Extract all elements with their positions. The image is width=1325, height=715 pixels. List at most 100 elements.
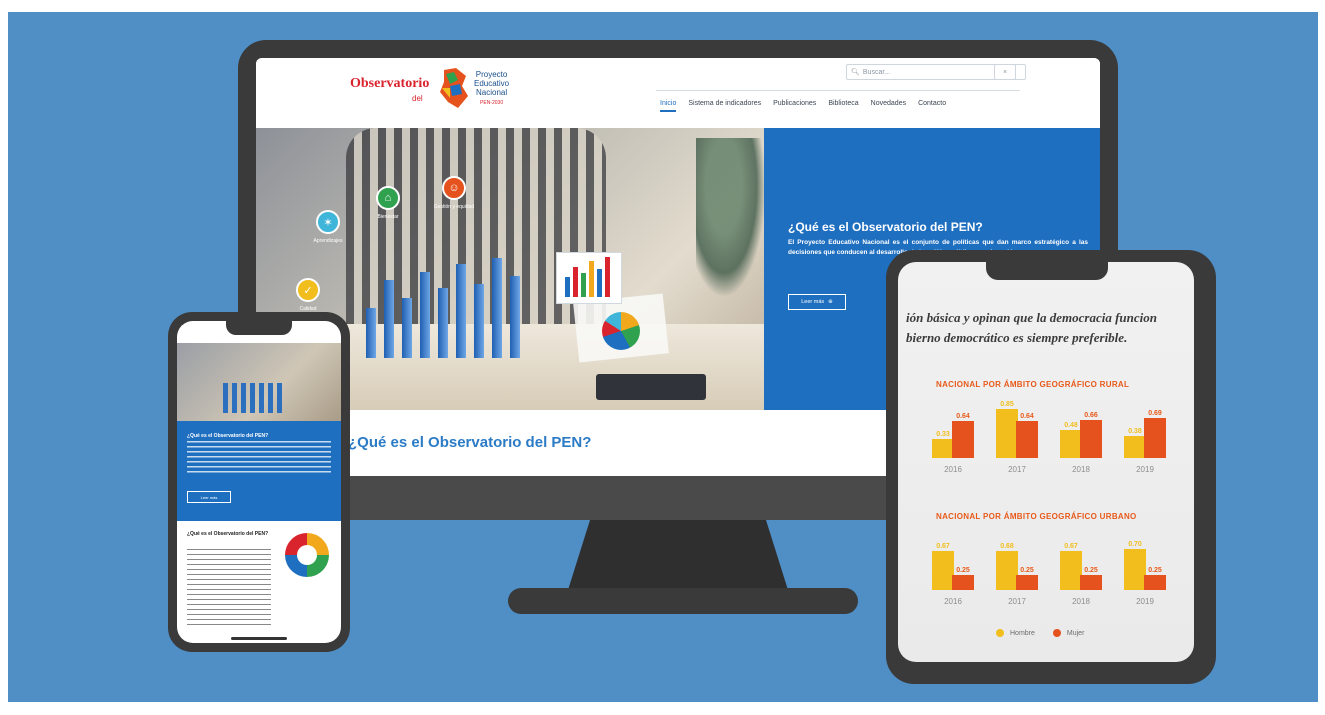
bar-label-m-2017: 0.25	[1020, 567, 1034, 574]
logo-wordmark: Observatorio	[350, 76, 430, 91]
tablet-notch	[986, 262, 1108, 280]
tablet-device: ión básica y opinan que la democracia fu…	[886, 250, 1216, 684]
bar-m-2019	[1144, 575, 1166, 590]
nav-item-novedades[interactable]: Novedades	[871, 100, 906, 112]
nav-item-indicadores[interactable]: Sistema de indicadores	[688, 100, 761, 112]
legend-mujer: Mujer	[1052, 629, 1085, 637]
tablet-screen: ión básica y opinan que la democracia fu…	[898, 262, 1194, 662]
x-tick-2019: 2019	[1136, 597, 1154, 606]
bar-m-2018	[1080, 575, 1102, 590]
bar-m-2017	[1016, 575, 1038, 590]
read-more-button[interactable]: Leer más ⊕	[788, 294, 846, 310]
logo-side-text: Proyecto Educativo Nacional PEN-2030	[474, 70, 509, 108]
person-icon[interactable]: ☺	[442, 176, 466, 200]
home-icon[interactable]: ⌂	[376, 186, 400, 210]
phone-screen: ¿Qué es el Observatorio del PEN? Leer má…	[177, 321, 341, 643]
site-header: Observatorio del Proyecto Educativo Naci…	[256, 58, 1100, 128]
background: Observatorio del Proyecto Educativo Naci…	[8, 12, 1318, 702]
logo-tag: PEN-2030	[480, 100, 504, 106]
bar-label-h-2019: 0.70	[1128, 541, 1142, 548]
learning-icon-label: Aprendizajes	[313, 238, 343, 244]
rural-bar-chart: 0.33 0.64 2016 0.85 0.64 2017 0.48 0.66 2018 0.38…	[916, 396, 1186, 476]
legend-hombre: Hombre	[996, 629, 1035, 637]
photo-pie-chart	[602, 312, 640, 350]
peru-map-icon	[440, 68, 468, 108]
phone-device: ¿Qué es el Observatorio del PEN? Leer má…	[168, 312, 350, 652]
legend-mujer-swatch	[1052, 629, 1061, 637]
phone-panel-text	[187, 441, 331, 475]
bar-h-2019	[1124, 436, 1146, 458]
search-button[interactable]: ×	[994, 64, 1016, 80]
bar-label-m-2018: 0.66	[1084, 412, 1098, 419]
x-tick-2016: 2016	[944, 597, 962, 606]
site-logo[interactable]: Observatorio del Proyecto Educativo Naci…	[350, 68, 530, 114]
arrow-circle-icon: ⊕	[828, 299, 833, 305]
bar-m-2018	[1080, 420, 1102, 458]
bar-label-m-2018: 0.25	[1084, 567, 1098, 574]
photo-mini-chart	[556, 252, 622, 304]
person-icon-label: Gestión y equidad	[433, 204, 475, 210]
urban-chart-title: NACIONAL POR ÁMBITO GEOGRÁFICO URBANO	[936, 512, 1137, 521]
bar-label-h-2016: 0.67	[936, 543, 950, 550]
close-icon: ×	[1002, 68, 1008, 76]
x-tick-2019: 2019	[1136, 465, 1154, 474]
phone-photo-bars	[223, 383, 283, 413]
quote-line-2: bierno democrático es siempre preferible…	[906, 330, 1128, 345]
urban-bar-chart: 0.67 0.25 2016 0.68 0.25 2017 0.67 0.25 2018 0.70…	[916, 528, 1186, 608]
photo-plant	[696, 138, 764, 298]
phone-wheel-graphic	[285, 533, 329, 577]
nav-item-contacto[interactable]: Contacto	[918, 100, 946, 112]
monitor-stand-base	[508, 588, 858, 614]
x-tick-2017: 2017	[1008, 465, 1026, 474]
x-tick-2017: 2017	[1008, 597, 1026, 606]
nav-item-biblioteca[interactable]: Biblioteca	[828, 100, 858, 112]
quote-line-1: ión básica y opinan que la democracia fu…	[906, 310, 1157, 325]
bar-label-m-2019: 0.25	[1148, 567, 1162, 574]
bar-m-2017	[1016, 421, 1038, 458]
photo-3d-bars	[366, 248, 566, 358]
learning-icon[interactable]: ✶	[316, 210, 340, 234]
photo-calculator	[596, 374, 706, 400]
logo-del: del	[412, 94, 423, 103]
bar-label-h-2017: 0.85	[1000, 401, 1014, 408]
bar-h-2016	[932, 439, 954, 458]
search-icon: 🔍︎	[851, 69, 860, 76]
main-nav: Inicio Sistema de indicadores Publicacio…	[660, 100, 946, 112]
logo-line-1: Proyecto	[475, 70, 508, 79]
header-divider	[656, 90, 1020, 91]
x-tick-2018: 2018	[1072, 465, 1090, 474]
chart-legend: Hombre Mujer	[996, 629, 1084, 637]
bar-label-m-2019: 0.69	[1148, 410, 1162, 417]
section-title: ¿Qué es el Observatorio del PEN?	[348, 434, 592, 451]
rural-chart-title: NACIONAL POR ÁMBITO GEOGRÁFICO RURAL	[936, 380, 1130, 389]
check-icon[interactable]: ✓	[296, 278, 320, 302]
bar-h-2018	[1060, 430, 1082, 458]
phone-panel-title: ¿Qué es el Observatorio del PEN?	[187, 433, 269, 439]
home-icon-label: Bienestar	[377, 214, 399, 220]
bar-m-2019	[1144, 418, 1166, 458]
legend-mujer-label: Mujer	[1066, 629, 1085, 637]
nav-item-publicaciones[interactable]: Publicaciones	[773, 100, 816, 112]
phone-section-text	[187, 549, 271, 629]
bar-label-m-2017: 0.64	[1020, 413, 1034, 420]
phone-read-more-button[interactable]: Leer más	[187, 491, 231, 503]
bar-m-2016	[952, 421, 974, 458]
legend-hombre-label: Hombre	[1010, 629, 1035, 637]
phone-hero-photo	[177, 343, 341, 421]
bar-m-2016	[952, 575, 974, 590]
legend-hombre-swatch	[996, 629, 1004, 637]
x-tick-2016: 2016	[944, 465, 962, 474]
search-placeholder: Buscar...	[862, 68, 891, 76]
phone-info-panel: ¿Qué es el Observatorio del PEN? Leer má…	[177, 421, 341, 521]
phone-home-indicator	[231, 637, 287, 640]
bar-label-m-2016: 0.25	[956, 567, 970, 574]
bar-label-h-2018: 0.67	[1064, 543, 1078, 550]
phone-notch	[226, 321, 292, 335]
logo-line-3: Nacional	[476, 88, 508, 97]
nav-item-inicio[interactable]: Inicio	[660, 100, 677, 112]
hero-title: ¿Qué es el Observatorio del PEN?	[788, 220, 983, 234]
tablet-quote: ión básica y opinan que la democracia fu…	[906, 308, 1194, 348]
logo-line-2: Educativo	[474, 79, 510, 88]
bar-label-m-2016: 0.64	[956, 413, 970, 420]
bar-label-h-2017: 0.68	[1000, 543, 1014, 550]
